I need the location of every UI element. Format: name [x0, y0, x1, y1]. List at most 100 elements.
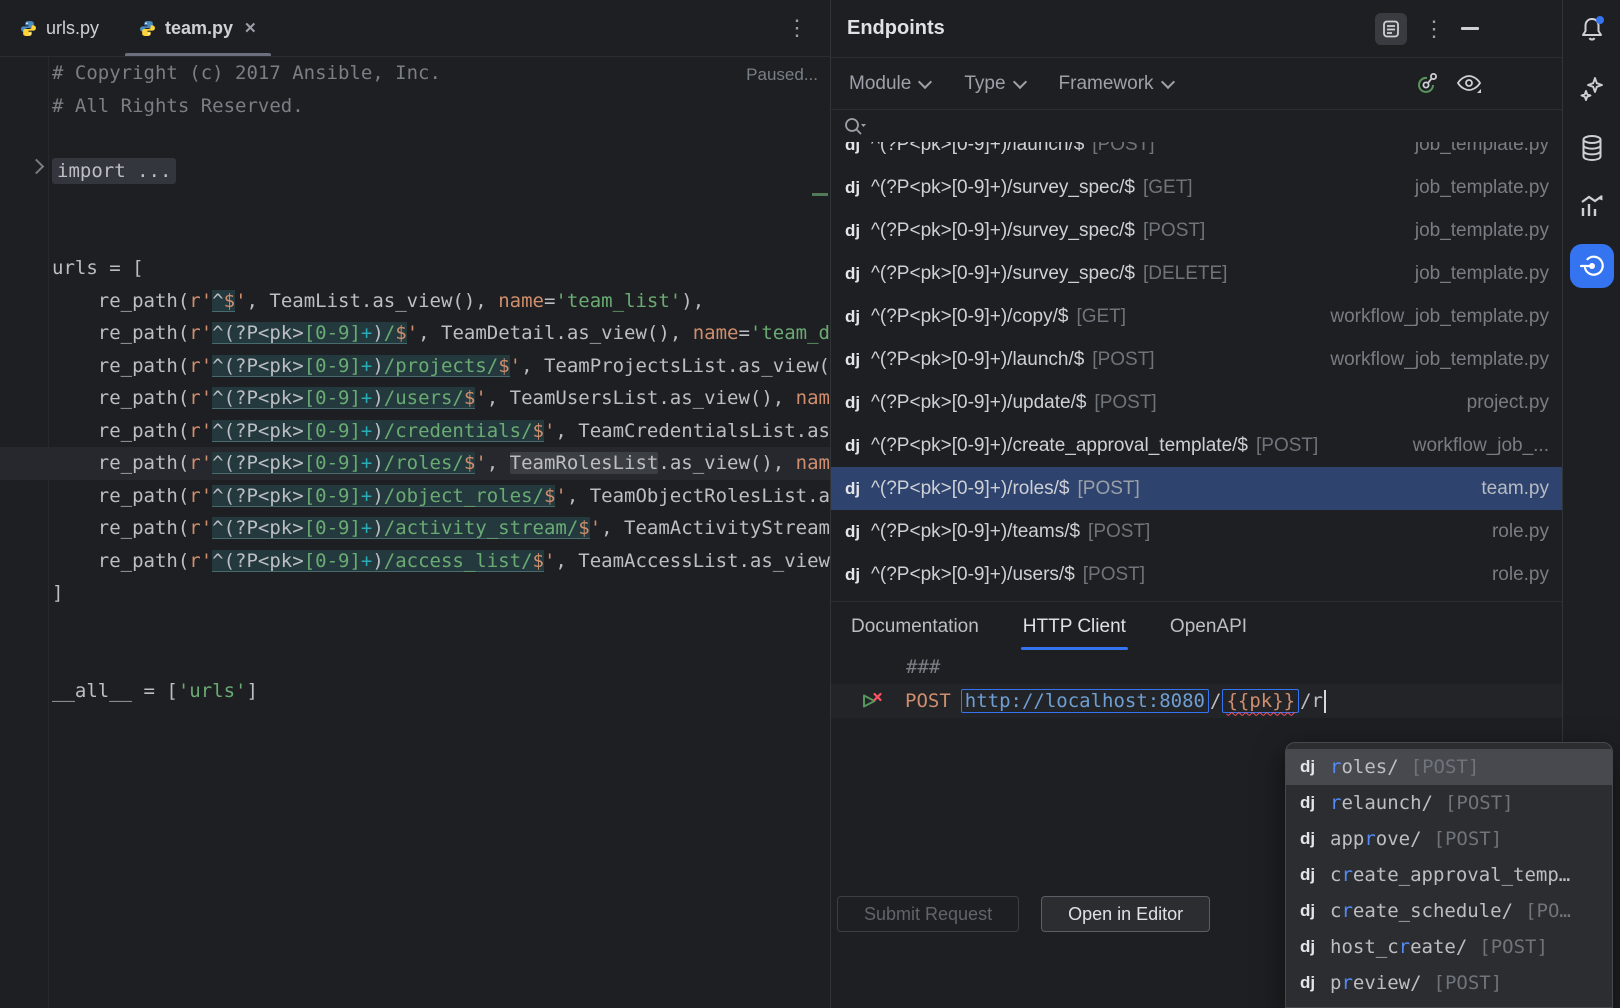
endpoint-row[interactable]: dj^(?P<pk>[0-9]+)/copy/$[GET]workflow_jo…: [831, 295, 1563, 338]
code-token: ^(?P<pk>: [212, 485, 304, 507]
ai-assistant-icon[interactable]: [1570, 68, 1614, 112]
code-token: # All Rights Reserved.: [52, 95, 304, 117]
code-token: /object_roles/: [384, 485, 544, 507]
endpoints-search-input[interactable]: [831, 111, 1563, 142]
filter-module[interactable]: Module: [849, 73, 930, 95]
code-token: nam: [796, 387, 830, 409]
completion-item[interactable]: djhost_create/[POST]: [1286, 929, 1612, 965]
run-request-icon[interactable]: [859, 689, 884, 713]
endpoint-row[interactable]: dj^(?P<pk>[0-9]+)/survey_spec/$[GET]job_…: [831, 166, 1563, 209]
submit-request-button[interactable]: Submit Request: [837, 896, 1019, 932]
matched-letter: r: [1341, 900, 1352, 922]
completion-name: preview/: [1330, 972, 1422, 994]
endpoint-link-icon[interactable]: [1413, 71, 1439, 97]
endpoint-row[interactable]: dj^(?P<pk>[0-9]+)/update/$[POST]project.…: [831, 381, 1563, 424]
eye-preview-icon[interactable]: [1455, 71, 1483, 97]
endpoint-pattern: ^(?P<pk>[0-9]+)/survey_spec/$: [871, 263, 1135, 285]
django-framework-icon: dj: [845, 178, 871, 198]
endpoint-row[interactable]: dj^(?P<pk>[0-9]+)/launch/$[POST]job_temp…: [831, 142, 1563, 166]
url-host-segment[interactable]: http://localhost:8080: [961, 689, 1209, 713]
scrollbar-change-marker: [812, 193, 828, 196]
endpoints-filter-bar: Module Type Framework: [831, 57, 1563, 110]
endpoint-file: role.py: [1478, 564, 1549, 586]
code-token: /credentials/: [384, 420, 533, 442]
endpoint-row[interactable]: dj^(?P<pk>[0-9]+)/users/$[POST]role.py: [831, 553, 1563, 596]
code-token: +: [361, 355, 372, 377]
code-token: urls = [: [52, 257, 144, 279]
code-line: # Copyright (c) 2017 Ansible, Inc.: [0, 57, 830, 90]
code-token: $: [578, 517, 589, 539]
endpoint-row[interactable]: dj^(?P<pk>[0-9]+)/launch/$[POST]workflow…: [831, 338, 1563, 381]
code-line: [0, 610, 830, 643]
code-token: re_path(: [52, 517, 189, 539]
editor-kebab-menu-icon[interactable]: ⋮: [764, 17, 830, 39]
completion-item[interactable]: djcreate_schedule/[PO…: [1286, 893, 1612, 929]
code-token: +: [361, 485, 372, 507]
django-framework-icon: dj: [1300, 937, 1330, 957]
endpoint-row[interactable]: dj^(?P<pk>[0-9]+)/create_approval_templa…: [831, 424, 1563, 467]
filter-framework[interactable]: Framework: [1059, 73, 1173, 95]
tab-team-py[interactable]: team.py ✕: [119, 0, 277, 56]
endpoint-row[interactable]: dj^(?P<pk>[0-9]+)/teams/$[POST]role.py: [831, 510, 1563, 553]
code-token: ^(?P<pk>: [212, 420, 304, 442]
completion-name: relaunch/: [1330, 792, 1433, 814]
tab-documentation[interactable]: Documentation: [851, 602, 979, 652]
request-url[interactable]: http://localhost:8080/{{pk}}/r: [960, 690, 1326, 713]
chevron-down-icon: [1012, 74, 1026, 88]
text-caret: [1324, 690, 1326, 713]
list-view-icon[interactable]: [1375, 13, 1407, 45]
code-token: ^(?P<pk>: [212, 550, 304, 572]
code-token: r': [189, 322, 212, 344]
tab-openapi[interactable]: OpenAPI: [1170, 602, 1247, 652]
code-token: __all__ = [: [52, 680, 178, 702]
code-token: [0-9]: [304, 550, 361, 572]
endpoint-file: job_template.py: [1401, 220, 1549, 242]
endpoint-pattern: ^(?P<pk>[0-9]+)/update/$: [871, 392, 1086, 414]
completion-item[interactable]: djroles/[POST]: [1286, 749, 1612, 785]
filter-label: Framework: [1059, 73, 1154, 95]
code-token: /activity_stream/: [384, 517, 578, 539]
completion-item[interactable]: djcreate_approval_temp…: [1286, 857, 1612, 893]
database-icon[interactable]: [1570, 126, 1614, 170]
filter-type[interactable]: Type: [964, 73, 1024, 95]
matched-letter: r: [1341, 972, 1352, 994]
completion-item[interactable]: djapprove/[POST]: [1286, 821, 1612, 857]
code-token: ): [372, 355, 383, 377]
notifications-bell-icon[interactable]: [1570, 8, 1614, 52]
code-token: ': [555, 485, 566, 507]
code-token: ): [372, 485, 383, 507]
code-token: ^(?P<pk>: [212, 387, 304, 409]
code-line: [0, 642, 830, 675]
profiler-icon[interactable]: [1570, 184, 1614, 228]
endpoint-file: role.py: [1478, 521, 1549, 543]
code-token: $: [544, 485, 555, 507]
django-framework-icon: dj: [1300, 901, 1330, 921]
code-line: [0, 220, 830, 253]
open-in-editor-button[interactable]: Open in Editor: [1041, 896, 1210, 932]
code-line: re_path(r'^(?P<pk>[0-9]+)/credentials/$'…: [0, 415, 830, 448]
tab-urls-py[interactable]: urls.py: [0, 0, 119, 56]
completion-item[interactable]: djrelaunch/[POST]: [1286, 785, 1612, 821]
django-framework-icon: dj: [845, 565, 871, 585]
url-variable-segment[interactable]: {{pk}}: [1222, 689, 1299, 713]
code-line: re_path(r'^(?P<pk>[0-9]+)/users/$', Team…: [0, 382, 830, 415]
code-area[interactable]: # Copyright (c) 2017 Ansible, Inc. # All …: [0, 57, 830, 707]
minimize-icon[interactable]: [1461, 27, 1479, 30]
close-icon[interactable]: ✕: [244, 19, 257, 37]
endpoint-row[interactable]: dj^(?P<pk>[0-9]+)/survey_spec/$[POST]job…: [831, 209, 1563, 252]
endpoint-row[interactable]: dj^(?P<pk>[0-9]+)/roles/$[POST]team.py: [831, 467, 1563, 510]
chevron-down-icon: [1160, 74, 1174, 88]
code-token: , TeamList.as_view(),: [247, 290, 499, 312]
tab-label: urls.py: [46, 18, 99, 39]
panel-kebab-menu-icon[interactable]: ⋮: [1423, 18, 1445, 40]
http-client-buttons: Submit Request Open in Editor: [837, 896, 1210, 932]
code-token: , TeamActivityStream: [601, 517, 830, 539]
endpoints-tool-icon[interactable]: [1570, 244, 1614, 288]
endpoint-row[interactable]: dj^(?P<pk>[0-9]+)/survey_spec/$[DELETE]j…: [831, 252, 1563, 295]
code-token: name: [693, 322, 739, 344]
tab-http-client[interactable]: HTTP Client: [1023, 602, 1126, 652]
code-token: ]: [246, 680, 257, 702]
code-line: re_path(r'^(?P<pk>[0-9]+)/activity_strea…: [0, 512, 830, 545]
code-token: r': [189, 387, 212, 409]
completion-item[interactable]: djpreview/[POST]: [1286, 965, 1612, 1001]
